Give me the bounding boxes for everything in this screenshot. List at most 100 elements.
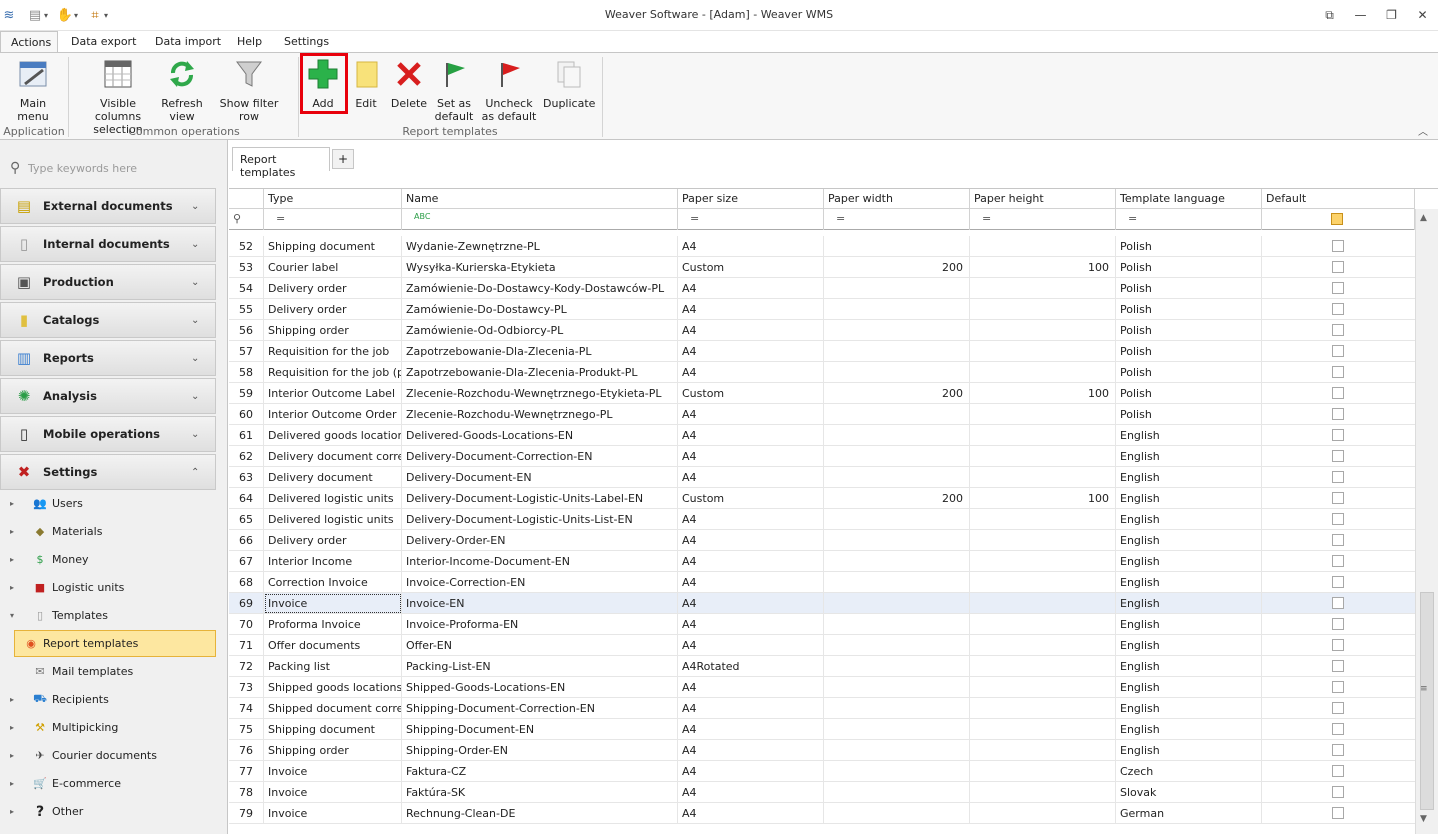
default-checkbox[interactable]	[1332, 366, 1344, 378]
cell-paper-size[interactable]: A4	[678, 782, 824, 803]
cell-name[interactable]: Offer-EN	[402, 635, 678, 656]
cell-paper-width[interactable]	[824, 635, 970, 656]
table-row[interactable]: 59 Interior Outcome Label Zlecenie-Rozchod…	[229, 383, 1415, 404]
cell-paper-height[interactable]: 100	[970, 383, 1116, 404]
cell-name[interactable]: Zapotrzebowanie-Dla-Zlecenia-Produkt-PL	[402, 362, 678, 383]
cell-template-language[interactable]: English	[1116, 635, 1262, 656]
minimize-icon[interactable]: —	[1345, 4, 1376, 26]
nav-group-external-documents[interactable]: ▤ External documents ⌄	[0, 188, 216, 224]
cell-type[interactable]: Correction Invoice	[264, 572, 402, 593]
column-header-paper-height[interactable]: Paper height	[970, 189, 1116, 209]
cell-paper-height[interactable]	[970, 425, 1116, 446]
cell-template-language[interactable]: Polish	[1116, 320, 1262, 341]
cell-paper-size[interactable]: A4	[678, 320, 824, 341]
main-menu-button[interactable]: Main menu	[5, 57, 61, 123]
cell-name[interactable]: Shipping-Document-Correction-EN	[402, 698, 678, 719]
cell-paper-size[interactable]: A4	[678, 236, 824, 257]
table-row[interactable]: 69 Invoice Invoice-EN A4 English	[229, 593, 1415, 614]
cell-template-language[interactable]: English	[1116, 698, 1262, 719]
expand-arrow-icon[interactable]: ▸	[10, 807, 20, 816]
expand-arrow-icon[interactable]: ▸	[10, 779, 20, 788]
cell-name[interactable]: Invoice-Correction-EN	[402, 572, 678, 593]
cell-paper-width[interactable]	[824, 404, 970, 425]
cell-name[interactable]: Zapotrzebowanie-Dla-Zlecenia-PL	[402, 341, 678, 362]
cell-paper-height[interactable]	[970, 404, 1116, 425]
cell-name[interactable]: Rechnung-Clean-DE	[402, 803, 678, 824]
cell-template-language[interactable]: English	[1116, 614, 1262, 635]
filter-paper-width[interactable]: =	[824, 209, 970, 230]
cell-type[interactable]: Proforma Invoice	[264, 614, 402, 635]
tree-item-multipicking[interactable]: ▸ ⚒ Multipicking	[0, 717, 216, 738]
cell-paper-width[interactable]	[824, 467, 970, 488]
table-row[interactable]: 58 Requisition for the job (p... Zapotrzeb…	[229, 362, 1415, 383]
table-row[interactable]: 61 Delivered goods locations Delivered-Goo…	[229, 425, 1415, 446]
table-row[interactable]: 67 Interior Income Interior-Income-Documen…	[229, 551, 1415, 572]
cell-paper-size[interactable]: A4	[678, 740, 824, 761]
cell-paper-width[interactable]	[824, 341, 970, 362]
cell-name[interactable]: Delivery-Order-EN	[402, 530, 678, 551]
cell-type[interactable]: Delivery document corre...	[264, 446, 402, 467]
cell-template-language[interactable]: Polish	[1116, 278, 1262, 299]
restore-icon[interactable]: ⧉	[1314, 4, 1345, 26]
nav-group-analysis[interactable]: ✺ Analysis ⌄	[0, 378, 216, 414]
cell-paper-size[interactable]: A4	[678, 698, 824, 719]
cell-paper-width[interactable]	[824, 593, 970, 614]
cell-type[interactable]: Delivery order	[264, 278, 402, 299]
cell-template-language[interactable]: Polish	[1116, 236, 1262, 257]
filter-type[interactable]: =	[264, 209, 402, 230]
nav-group-production[interactable]: ▣ Production ⌄	[0, 264, 216, 300]
cell-name[interactable]: Invoice-EN	[402, 593, 678, 614]
default-checkbox[interactable]	[1332, 261, 1344, 273]
nav-group-mobile-operations[interactable]: ▯ Mobile operations ⌄	[0, 416, 216, 452]
cell-paper-size[interactable]: A4	[678, 551, 824, 572]
cell-paper-width[interactable]	[824, 320, 970, 341]
cell-template-language[interactable]: English	[1116, 425, 1262, 446]
cell-paper-height[interactable]	[970, 551, 1116, 572]
default-checkbox[interactable]	[1332, 534, 1344, 546]
default-checkbox[interactable]	[1332, 765, 1344, 777]
cell-template-language[interactable]: Polish	[1116, 257, 1262, 278]
cell-template-language[interactable]: English	[1116, 488, 1262, 509]
cell-paper-size[interactable]: A4	[678, 467, 824, 488]
cell-type[interactable]: Interior Outcome Order	[264, 404, 402, 425]
table-row[interactable]: 73 Shipped goods locations Shipped-Goods-L…	[229, 677, 1415, 698]
cell-paper-height[interactable]	[970, 740, 1116, 761]
cell-paper-size[interactable]: A4	[678, 761, 824, 782]
cell-paper-width[interactable]	[824, 509, 970, 530]
cell-paper-size[interactable]: A4	[678, 362, 824, 383]
cell-name[interactable]: Delivery-Document-Logistic-Units-List-EN	[402, 509, 678, 530]
cell-paper-width[interactable]: 200	[824, 257, 970, 278]
default-checkbox[interactable]	[1332, 282, 1344, 294]
cell-paper-width[interactable]	[824, 278, 970, 299]
cell-paper-width[interactable]	[824, 782, 970, 803]
cell-type[interactable]: Delivery order	[264, 299, 402, 320]
collapse-ribbon-icon[interactable]: ︿	[1418, 123, 1428, 138]
cell-name[interactable]: Delivery-Document-Logistic-Units-Label-E…	[402, 488, 678, 509]
default-checkbox[interactable]	[1332, 660, 1344, 672]
edit-button[interactable]: Edit	[350, 57, 382, 110]
default-checkbox[interactable]	[1332, 345, 1344, 357]
cell-template-language[interactable]: English	[1116, 530, 1262, 551]
cell-paper-height[interactable]	[970, 719, 1116, 740]
cell-name[interactable]: Delivery-Document-Correction-EN	[402, 446, 678, 467]
default-checkbox[interactable]	[1332, 240, 1344, 252]
cell-paper-height[interactable]	[970, 635, 1116, 656]
table-row[interactable]: 68 Correction Invoice Invoice-Correction-E…	[229, 572, 1415, 593]
cell-paper-width[interactable]	[824, 362, 970, 383]
cell-paper-height[interactable]	[970, 236, 1116, 257]
cell-type[interactable]: Packing list	[264, 656, 402, 677]
cell-type[interactable]: Delivery document	[264, 467, 402, 488]
cell-paper-height[interactable]: 100	[970, 488, 1116, 509]
column-header-default[interactable]: Default	[1262, 189, 1415, 209]
cell-type[interactable]: Interior Income	[264, 551, 402, 572]
cell-paper-size[interactable]: A4	[678, 299, 824, 320]
default-checkbox[interactable]	[1332, 576, 1344, 588]
cell-template-language[interactable]: English	[1116, 509, 1262, 530]
default-checkbox[interactable]	[1332, 618, 1344, 630]
cell-template-language[interactable]: English	[1116, 656, 1262, 677]
tree-item-money[interactable]: ▸ $ Money	[0, 549, 216, 570]
table-row[interactable]: 66 Delivery order Delivery-Order-EN A4 Engli…	[229, 530, 1415, 551]
column-header-template-language[interactable]: Template language	[1116, 189, 1262, 209]
cell-paper-width[interactable]	[824, 299, 970, 320]
cell-paper-width[interactable]	[824, 236, 970, 257]
